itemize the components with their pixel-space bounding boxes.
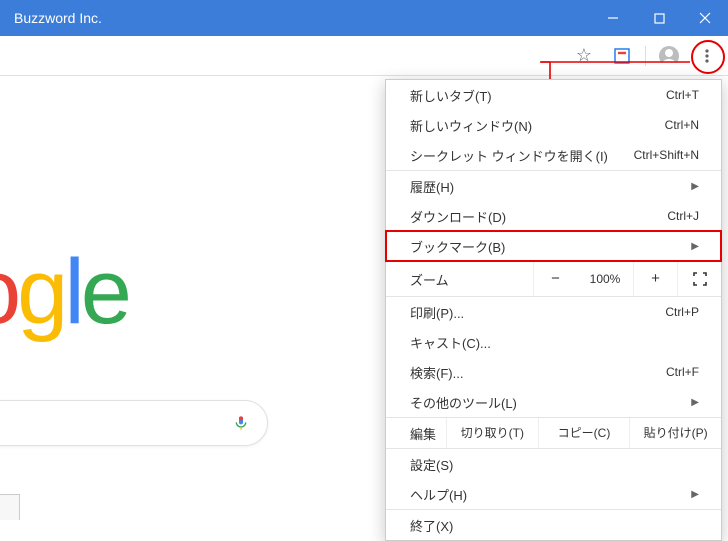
window-title: Buzzword Inc. (14, 10, 102, 26)
chrome-menu: 新しいタブ(T) Ctrl+T 新しいウィンドウ(N) Ctrl+N シークレッ… (385, 79, 722, 541)
menu-item-zoom: ズーム − 100% + (386, 262, 721, 296)
dots-vertical-icon (699, 48, 715, 64)
menu-item-bookmarks[interactable]: ブックマーク(B) ▶ (386, 231, 721, 261)
edit-paste-button[interactable]: 貼り付け(P) (629, 418, 721, 448)
menu-item-more-tools[interactable]: その他のツール(L) ▶ (386, 387, 721, 417)
edit-cut-button[interactable]: 切り取り(T) (446, 418, 538, 448)
menu-item-incognito[interactable]: シークレット ウィンドウを開く(I) Ctrl+Shift+N (386, 140, 721, 170)
menu-item-downloads[interactable]: ダウンロード(D) Ctrl+J (386, 201, 721, 231)
menu-item-find[interactable]: 検索(F)... Ctrl+F (386, 357, 721, 387)
fullscreen-icon (693, 272, 707, 286)
menu-item-new-window[interactable]: 新しいウィンドウ(N) Ctrl+N (386, 110, 721, 140)
zoom-value: 100% (577, 262, 633, 296)
title-bar: Buzzword Inc. (0, 0, 728, 36)
menu-item-settings[interactable]: 設定(S) (386, 449, 721, 479)
mic-icon (233, 412, 249, 434)
chevron-right-icon: ▶ (691, 241, 699, 252)
zoom-out-button[interactable]: − (533, 262, 577, 296)
menu-item-print[interactable]: 印刷(P)... Ctrl+P (386, 297, 721, 327)
minimize-button[interactable] (590, 0, 636, 36)
bookmark-page-icon[interactable] (605, 39, 639, 73)
menu-item-exit[interactable]: 終了(X) (386, 510, 721, 540)
more-menu-button[interactable] (690, 39, 724, 73)
menu-item-cast[interactable]: キャスト(C)... (386, 327, 721, 357)
chevron-right-icon: ▶ (691, 181, 699, 192)
close-button[interactable] (682, 0, 728, 36)
menu-item-history[interactable]: 履歴(H) ▶ (386, 171, 721, 201)
chevron-right-icon: ▶ (691, 397, 699, 408)
toolbar: ☆ (0, 36, 728, 76)
profile-avatar[interactable] (652, 39, 686, 73)
menu-item-edit: 編集 切り取り(T) コピー(C) 貼り付け(P) (386, 418, 721, 448)
maximize-button[interactable] (636, 0, 682, 36)
fullscreen-button[interactable] (677, 262, 721, 296)
status-corner (0, 494, 20, 520)
search-input[interactable] (0, 400, 268, 446)
edit-copy-button[interactable]: コピー(C) (538, 418, 630, 448)
chevron-right-icon: ▶ (691, 489, 699, 500)
menu-item-new-tab[interactable]: 新しいタブ(T) Ctrl+T (386, 80, 721, 110)
google-logo: ogle (0, 240, 128, 345)
menu-item-help[interactable]: ヘルプ(H) ▶ (386, 479, 721, 509)
zoom-in-button[interactable]: + (633, 262, 677, 296)
bookmark-star-icon[interactable]: ☆ (567, 39, 601, 73)
